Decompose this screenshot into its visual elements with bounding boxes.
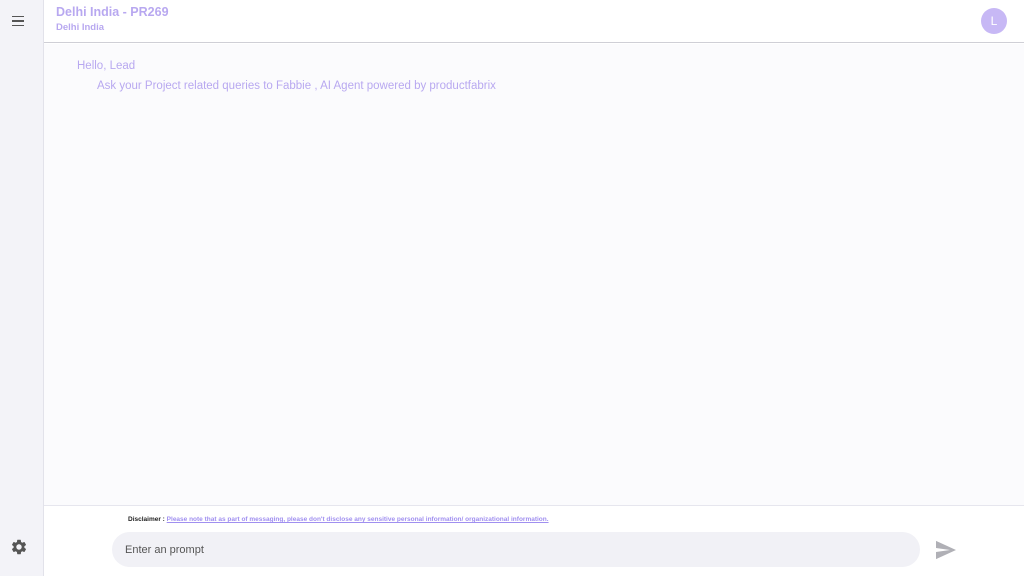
disclaimer-label: Disclaimer : [128,516,165,523]
avatar[interactable]: L [981,8,1007,34]
prompt-input[interactable] [112,532,920,567]
chat-area: Hello, Lead Ask your Project related que… [44,44,1024,506]
hamburger-menu-icon[interactable] [10,12,28,30]
disclaimer-text: Please note that as part of messaging, p… [166,516,549,523]
intro-text: Ask your Project related queries to Fabb… [97,80,496,92]
greeting-text: Hello, Lead [77,60,136,72]
disclaimer: Disclaimer : Please note that as part of… [128,516,549,523]
footer: Disclaimer : Please note that as part of… [44,507,1024,576]
send-icon[interactable] [935,540,957,560]
page-title: Delhi India - PR269 [56,5,169,19]
page-subtitle: Delhi India [56,22,105,33]
sidebar [0,0,44,576]
gear-icon[interactable] [10,538,28,556]
header: Delhi India - PR269 Delhi India L [44,0,1024,43]
